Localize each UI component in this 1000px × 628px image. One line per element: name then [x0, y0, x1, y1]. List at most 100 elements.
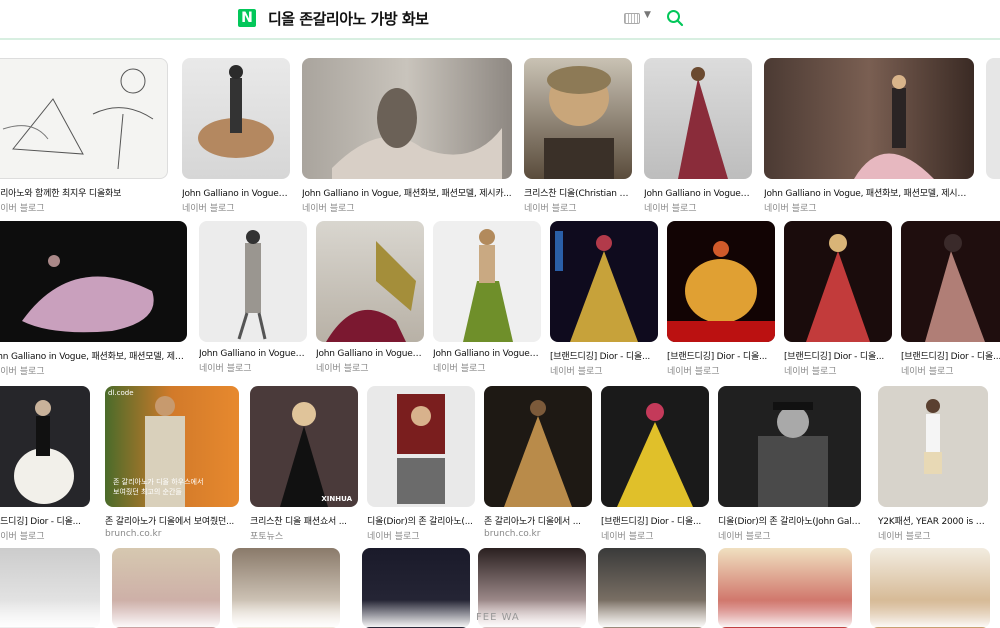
chevron-down-icon[interactable]: ▼ — [644, 10, 651, 20]
image-thumbnail[interactable] — [0, 548, 100, 628]
image-source[interactable]: 네이버 블로그 — [0, 529, 90, 542]
image-caption[interactable]: 크리스찬 디올(Christian Di... — [524, 186, 632, 199]
image-caption[interactable]: John Galliano in Vogue, ... — [316, 349, 424, 359]
image-caption[interactable]: 존 갈리아노가 디올에서 ... — [484, 514, 592, 527]
image-thumbnail[interactable] — [484, 386, 592, 507]
image-source[interactable]: 네이버 블로그 — [764, 201, 974, 214]
image-card[interactable]: ohn Galliano in Vogue, 패션화보, 패션모델, 제시카..… — [0, 221, 187, 377]
image-thumbnail[interactable] — [878, 386, 988, 507]
image-caption[interactable]: [브랜드디깅] Dior - 디올... — [901, 349, 1000, 362]
naver-logo[interactable]: N — [238, 9, 256, 27]
image-thumbnail[interactable] — [644, 58, 752, 179]
image-thumbnail[interactable] — [316, 221, 424, 342]
image-card[interactable]: Y2K패션, YEAR 2000 is ba... 네이버 블로그 — [878, 386, 988, 542]
image-card[interactable]: John Galliano in Vogue, 패션화보, 패션모델, 제시카.… — [302, 58, 512, 214]
image-card[interactable] — [986, 58, 1000, 179]
image-source[interactable]: brunch.co.kr — [484, 529, 592, 539]
image-caption[interactable]: ohn Galliano in Vogue, 패션화보, 패션모델, 제시카..… — [0, 349, 187, 362]
image-card[interactable] — [870, 548, 990, 628]
search-query-text[interactable]: 디올 존갈리아노 가방 화보 — [268, 8, 429, 29]
image-thumbnail[interactable] — [367, 386, 475, 507]
keyboard-icon[interactable] — [624, 13, 640, 24]
image-caption[interactable]: John Galliano in Vogue, 패... — [182, 186, 290, 199]
image-source[interactable]: 네이버 블로그 — [0, 364, 187, 377]
image-card[interactable]: 랜드디깅] Dior - 디올... 네이버 블로그 — [0, 386, 90, 542]
image-thumbnail[interactable] — [112, 548, 220, 628]
image-source[interactable]: 네이버 블로그 — [550, 364, 658, 377]
image-card[interactable]: 존 갈리아노가 디올에서 ... brunch.co.kr — [484, 386, 592, 539]
image-card[interactable]: XINHUA 크리스찬 디올 패션쇼서 ... 포토뉴스 — [250, 386, 358, 542]
image-source[interactable]: 네이버 블로그 — [182, 201, 290, 214]
image-caption[interactable]: 디올(Dior)의 존 갈리아노(John Gallia... — [718, 514, 861, 527]
image-thumbnail[interactable] — [232, 548, 340, 628]
image-card[interactable]: 디올(Dior)의 존 갈리아노(John Gallia... 네이버 블로그 — [718, 386, 861, 542]
image-source[interactable]: 네이버 블로그 — [878, 529, 988, 542]
image-thumbnail[interactable] — [784, 221, 892, 342]
image-caption[interactable]: 랜드디깅] Dior - 디올... — [0, 514, 90, 527]
image-source[interactable]: 네이버 블로그 — [316, 361, 424, 374]
image-caption[interactable]: 크리스찬 디올 패션쇼서 ... — [250, 514, 358, 527]
image-caption[interactable]: 존 갈리아노가 디올에서 보여줬던... — [105, 514, 239, 527]
image-thumbnail[interactable] — [0, 58, 168, 179]
search-icon[interactable] — [666, 9, 684, 27]
image-source[interactable]: 네이버 블로그 — [199, 361, 307, 374]
image-source[interactable]: 네이버 블로그 — [0, 201, 168, 214]
image-source[interactable]: brunch.co.kr — [105, 529, 239, 539]
image-card[interactable]: John Galliano in Vogue, ... 네이버 블로그 — [316, 221, 424, 374]
image-caption[interactable]: John Galliano in Vogue, 패... — [644, 186, 752, 199]
image-caption[interactable]: John Galliano in Vogue, ... — [433, 349, 541, 359]
image-source[interactable]: 네이버 블로그 — [601, 529, 709, 542]
image-card[interactable] — [112, 548, 220, 628]
image-card[interactable]: [브랜드디깅] Dior - 디올... 네이버 블로그 — [550, 221, 658, 377]
image-card[interactable]: John Galliano in Vogue, ... 네이버 블로그 — [199, 221, 307, 374]
image-card[interactable]: John Galliano in Vogue, 패... 네이버 블로그 — [644, 58, 752, 214]
image-caption[interactable]: 갈리아노와 함께한 최지우 디올화보 — [0, 186, 168, 199]
image-source[interactable]: 네이버 블로그 — [367, 529, 475, 542]
image-card[interactable]: [브랜드디깅] Dior - 디올... 네이버 블로그 — [784, 221, 892, 377]
image-thumbnail[interactable] — [764, 58, 974, 179]
image-caption[interactable]: John Galliano in Vogue, 패션화보, 패션모델, 제시카.… — [302, 186, 512, 199]
image-thumbnail[interactable] — [362, 548, 470, 628]
image-card[interactable]: 크리스찬 디올(Christian Di... 네이버 블로그 — [524, 58, 632, 214]
image-thumbnail[interactable] — [601, 386, 709, 507]
image-caption[interactable]: [브랜드디깅] Dior - 디올... — [601, 514, 709, 527]
image-thumbnail[interactable] — [302, 58, 512, 179]
image-card[interactable]: John Galliano in Vogue, ... 네이버 블로그 — [433, 221, 541, 374]
image-source[interactable]: 네이버 블로그 — [644, 201, 752, 214]
image-card[interactable] — [598, 548, 706, 628]
image-card[interactable] — [362, 548, 470, 628]
image-thumbnail[interactable] — [986, 58, 1000, 179]
image-thumbnail[interactable] — [550, 221, 658, 342]
image-caption[interactable]: [브랜드디깅] Dior - 디올... — [667, 349, 775, 362]
image-thumbnail[interactable] — [182, 58, 290, 179]
image-card[interactable]: dl.code 존 갈리아노가 디올 하우스에서 보여줬던 최고의 순간들 존 … — [105, 386, 239, 539]
image-caption[interactable]: John Galliano in Vogue, 패션화보, 패션모델, 제시카스… — [764, 186, 974, 199]
image-caption[interactable]: [브랜드디깅] Dior - 디올... — [550, 349, 658, 362]
image-thumbnail[interactable] — [718, 548, 852, 628]
image-card[interactable]: [브랜드디깅] Dior - 디올... 네이버 블로그 — [901, 221, 1000, 377]
image-caption[interactable]: Y2K패션, YEAR 2000 is ba... — [878, 514, 988, 527]
image-caption[interactable]: [브랜드디깅] Dior - 디올... — [784, 349, 892, 362]
image-thumbnail[interactable] — [598, 548, 706, 628]
image-card[interactable]: [브랜드디깅] Dior - 디올... 네이버 블로그 — [667, 221, 775, 377]
image-source[interactable]: 포토뉴스 — [250, 529, 358, 542]
image-thumbnail[interactable] — [870, 548, 990, 628]
image-card[interactable] — [718, 548, 852, 628]
image-source[interactable]: 네이버 블로그 — [433, 361, 541, 374]
image-source[interactable]: 네이버 블로그 — [302, 201, 512, 214]
image-card[interactable]: 디올(Dior)의 존 갈리아노(... 네이버 블로그 — [367, 386, 475, 542]
image-thumbnail[interactable] — [433, 221, 541, 342]
image-card[interactable]: 갈리아노와 함께한 최지우 디올화보 네이버 블로그 — [0, 58, 168, 214]
image-thumbnail[interactable]: XINHUA — [250, 386, 358, 507]
image-card[interactable]: John Galliano in Vogue, 패션화보, 패션모델, 제시카스… — [764, 58, 974, 214]
image-source[interactable]: 네이버 블로그 — [524, 201, 632, 214]
image-caption[interactable]: 디올(Dior)의 존 갈리아노(... — [367, 514, 475, 527]
image-source[interactable]: 네이버 블로그 — [784, 364, 892, 377]
image-source[interactable]: 네이버 블로그 — [901, 364, 1000, 377]
image-source[interactable]: 네이버 블로그 — [718, 529, 861, 542]
image-card[interactable] — [232, 548, 340, 628]
image-thumbnail[interactable] — [718, 386, 861, 507]
image-card[interactable] — [0, 548, 100, 628]
image-thumbnail[interactable] — [0, 386, 90, 507]
image-source[interactable]: 네이버 블로그 — [667, 364, 775, 377]
